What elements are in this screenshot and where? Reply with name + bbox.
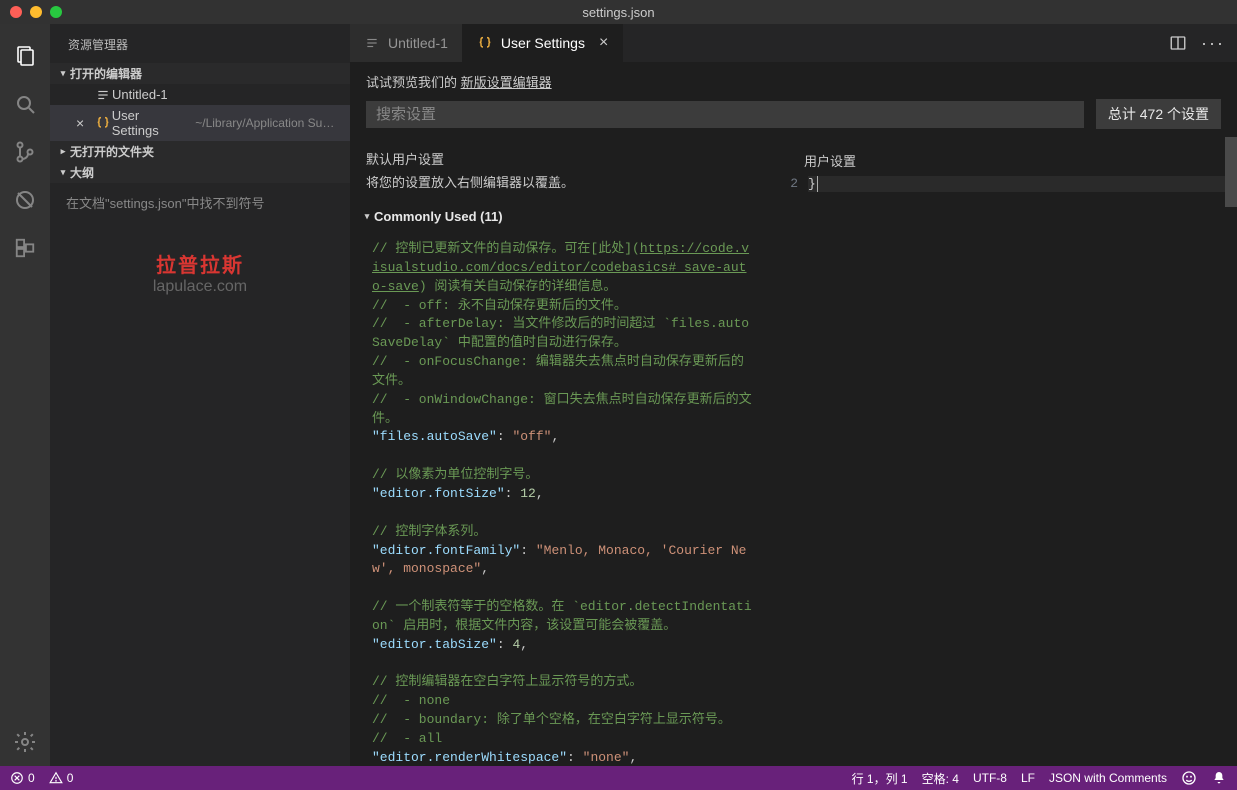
activity-bar <box>0 24 50 766</box>
file-type-icon <box>94 88 112 102</box>
default-settings-header: 默认用户设置 <box>350 137 769 172</box>
default-settings-code[interactable]: // 控制已更新文件的自动保存。可在[此处](https://code.visu… <box>350 228 769 766</box>
overview-scrollbar[interactable] <box>1225 137 1237 766</box>
no-folder-label: 无打开的文件夹 <box>70 143 154 160</box>
editor-tab[interactable]: User Settings × <box>463 24 623 62</box>
close-editor-icon[interactable]: × <box>76 115 94 131</box>
sidebar: 资源管理器 ▾ 打开的编辑器 Untitled-1 × User Settings ~… <box>50 24 350 766</box>
open-editor-label: User Settings <box>112 108 190 138</box>
extensions-icon[interactable] <box>0 224 50 272</box>
preview-hint-prefix: 试试预览我们的 <box>366 75 461 90</box>
preview-hint: 试试预览我们的 新版设置编辑器 <box>350 62 1237 99</box>
minimize-window-button[interactable] <box>30 6 42 18</box>
outline-empty-text: 在文档"settings.json"中找不到符号 <box>50 183 350 222</box>
status-spaces[interactable]: 空格: 4 <box>922 770 959 787</box>
outline-header[interactable]: ▾ 大纲 <box>50 162 350 183</box>
settings-split: 默认用户设置 将您的设置放入右侧编辑器以覆盖。 ▾ Commonly Used … <box>350 137 1237 766</box>
user-settings-pane[interactable]: 用户设置 2 } <box>770 137 1237 766</box>
status-line-col[interactable]: 行 1，列 1 <box>852 770 908 787</box>
window-title: settings.json <box>0 5 1237 20</box>
user-settings-code[interactable]: 2 } <box>770 176 1237 192</box>
open-editor-path: ~/Library/Application Sup… <box>195 116 340 130</box>
settings-group-header[interactable]: ▾ Commonly Used (11) <box>350 205 769 228</box>
window-controls <box>0 6 62 18</box>
settings-group-label: Commonly Used (11) <box>374 209 503 224</box>
file-type-icon <box>477 35 493 51</box>
tab-bar: Untitled-1 User Settings × ··· <box>350 24 1237 62</box>
tab-label: Untitled-1 <box>388 35 448 51</box>
default-settings-sub: 将您的设置放入右侧编辑器以覆盖。 <box>350 172 769 205</box>
search-icon[interactable] <box>0 80 50 128</box>
search-settings-input[interactable] <box>366 101 1084 128</box>
file-type-icon <box>94 115 112 131</box>
caret <box>817 176 818 192</box>
preview-hint-link[interactable]: 新版设置编辑器 <box>461 75 552 90</box>
outline-label: 大纲 <box>70 164 94 181</box>
chevron-down-icon: ▾ <box>56 167 70 178</box>
default-settings-pane[interactable]: 默认用户设置 将您的设置放入右侧编辑器以覆盖。 ▾ Commonly Used … <box>350 137 770 766</box>
explorer-icon[interactable] <box>0 32 50 80</box>
total-settings-badge: 总计 472 个设置 <box>1096 99 1221 129</box>
watermark: 拉普拉斯 lapulace.com <box>50 249 350 296</box>
maximize-window-button[interactable] <box>50 6 62 18</box>
close-tab-icon[interactable]: × <box>599 34 608 52</box>
status-bell-icon[interactable] <box>1211 770 1227 786</box>
open-editor-item[interactable]: × User Settings ~/Library/Application Sup… <box>50 105 350 141</box>
status-language[interactable]: JSON with Comments <box>1049 771 1167 785</box>
file-type-icon <box>364 36 380 50</box>
tab-actions: ··· <box>1169 24 1237 62</box>
open-editors-header[interactable]: ▾ 打开的编辑器 <box>50 63 350 84</box>
chevron-right-icon: ▸ <box>56 146 70 157</box>
watermark-url: lapulace.com <box>50 278 350 296</box>
watermark-cn: 拉普拉斯 <box>50 249 350 278</box>
more-actions-icon[interactable]: ··· <box>1201 33 1225 54</box>
debug-icon[interactable] <box>0 176 50 224</box>
code-line[interactable]: } <box>808 176 1237 192</box>
main-area: 资源管理器 ▾ 打开的编辑器 Untitled-1 × User Settings ~… <box>0 24 1237 766</box>
status-bar: 0 0 行 1，列 1 空格: 4 UTF-8 LF JSON with Com… <box>0 766 1237 790</box>
titlebar: settings.json <box>0 0 1237 24</box>
chevron-down-icon: ▾ <box>360 211 374 222</box>
editor-area: Untitled-1 User Settings × ··· 试试预览我们的 新版设… <box>350 24 1237 766</box>
status-smiley-icon[interactable] <box>1181 770 1197 786</box>
no-folder-header[interactable]: ▸ 无打开的文件夹 <box>50 141 350 162</box>
search-row: 总计 472 个设置 <box>350 99 1237 137</box>
status-encoding[interactable]: UTF-8 <box>973 771 1007 785</box>
chevron-down-icon: ▾ <box>56 68 70 79</box>
line-number: 2 <box>780 176 808 192</box>
status-errors[interactable]: 0 <box>10 771 35 785</box>
status-warnings[interactable]: 0 <box>49 771 74 785</box>
open-editor-label: Untitled-1 <box>112 87 168 102</box>
open-editor-item[interactable]: Untitled-1 <box>50 84 350 105</box>
sidebar-title: 资源管理器 <box>50 24 350 63</box>
open-editors-label: 打开的编辑器 <box>70 65 142 82</box>
tab-label: User Settings <box>501 35 585 51</box>
source-control-icon[interactable] <box>0 128 50 176</box>
settings-gear-icon[interactable] <box>0 718 50 766</box>
status-eol[interactable]: LF <box>1021 771 1035 785</box>
close-window-button[interactable] <box>10 6 22 18</box>
split-editor-icon[interactable] <box>1169 34 1187 52</box>
user-settings-header: 用户设置 <box>770 137 1237 176</box>
editor-tab[interactable]: Untitled-1 <box>350 24 463 62</box>
